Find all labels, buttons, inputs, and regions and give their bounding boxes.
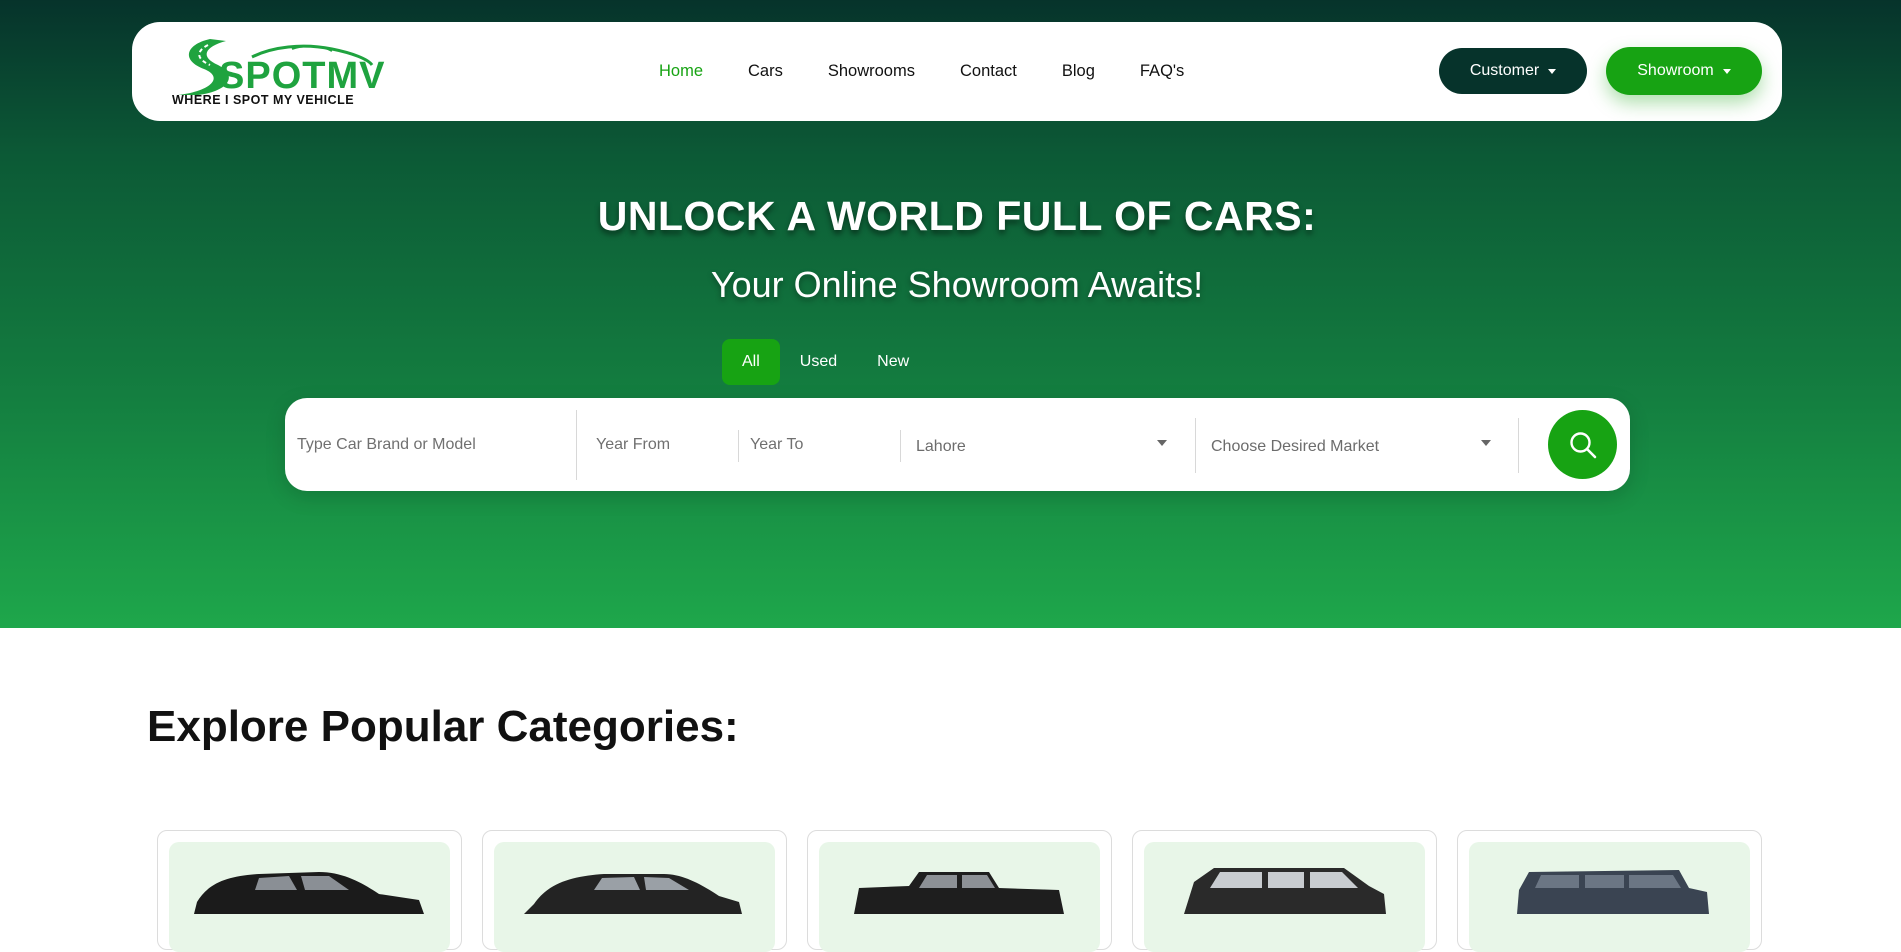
sedan-car-icon <box>194 872 424 914</box>
logo-tagline: WHERE I SPOT MY VEHICLE <box>172 93 355 107</box>
search-icon <box>1569 431 1596 458</box>
category-card-image <box>169 842 450 952</box>
hero-title: UNLOCK A WORLD FULL OF CARS: <box>597 193 1317 239</box>
year-from-input[interactable] <box>596 435 736 454</box>
condition-tabs: All Used New <box>722 339 929 385</box>
category-card[interactable] <box>1457 830 1762 952</box>
market-select-placeholder: Choose Desired Market <box>1211 437 1380 455</box>
caret-down-icon <box>1722 68 1731 74</box>
category-card[interactable] <box>482 830 787 952</box>
category-card[interactable] <box>157 830 462 952</box>
field-divider <box>576 410 577 480</box>
customer-button-label: Customer <box>1469 62 1540 79</box>
category-card[interactable] <box>807 830 1112 952</box>
pickup-truck-icon <box>854 872 1064 914</box>
nav-link-showrooms[interactable]: Showrooms <box>828 62 915 81</box>
jeep-car-icon <box>1517 870 1709 914</box>
brand-model-field <box>297 398 572 491</box>
category-card-image <box>819 842 1100 952</box>
caret-down-icon <box>1548 68 1557 74</box>
showroom-button-label: Showroom <box>1637 62 1714 79</box>
tab-new[interactable]: New <box>857 339 929 385</box>
category-card-image <box>1469 842 1750 952</box>
navbar: SPOTMV WHERE I SPOT MY VEHICLE Home Cars… <box>132 22 1782 121</box>
caret-down-icon <box>1157 440 1167 446</box>
nav-link-contact[interactable]: Contact <box>960 62 1017 81</box>
year-to-input[interactable] <box>750 435 895 454</box>
city-select-value: Lahore <box>916 437 966 455</box>
search-button[interactable] <box>1548 410 1617 479</box>
nav-link-home[interactable]: Home <box>659 62 703 81</box>
logo[interactable]: SPOTMV WHERE I SPOT MY VEHICLE <box>172 35 386 111</box>
category-card-image <box>1144 842 1425 952</box>
tab-used[interactable]: Used <box>780 339 857 385</box>
year-from-field <box>596 398 736 491</box>
nav-link-cars[interactable]: Cars <box>748 62 783 81</box>
nav-link-faqs[interactable]: FAQ's <box>1140 62 1184 81</box>
nav-link-blog[interactable]: Blog <box>1062 62 1095 81</box>
market-select[interactable]: Choose Desired Market <box>1211 398 1501 491</box>
hero-subtitle: Your Online Showroom Awaits! <box>710 264 1204 305</box>
category-card-image <box>494 842 775 952</box>
caret-down-icon <box>1481 440 1491 446</box>
hatchback-car-icon <box>524 874 742 914</box>
field-divider <box>1518 418 1519 473</box>
search-bar: Lahore Choose Desired Market <box>285 398 1630 491</box>
customer-dropdown-button[interactable]: Customer <box>1439 48 1587 94</box>
tab-all[interactable]: All <box>722 339 780 385</box>
nav-links: Home Cars Showrooms Contact Blog FAQ's <box>659 22 1229 121</box>
categories-title: Explore Popular Categories: <box>147 702 739 751</box>
brand-model-input[interactable] <box>297 435 572 454</box>
logo-text: SPOTMV <box>219 55 386 97</box>
city-select[interactable]: Lahore <box>916 398 1186 491</box>
category-card[interactable] <box>1132 830 1437 952</box>
field-divider <box>900 430 901 462</box>
showroom-dropdown-button[interactable]: Showroom <box>1606 47 1762 95</box>
field-divider <box>738 430 739 462</box>
field-divider <box>1195 418 1196 473</box>
suv-car-icon <box>1184 868 1386 914</box>
hero-section: SPOTMV WHERE I SPOT MY VEHICLE Home Cars… <box>0 0 1901 628</box>
year-to-field <box>750 398 895 491</box>
